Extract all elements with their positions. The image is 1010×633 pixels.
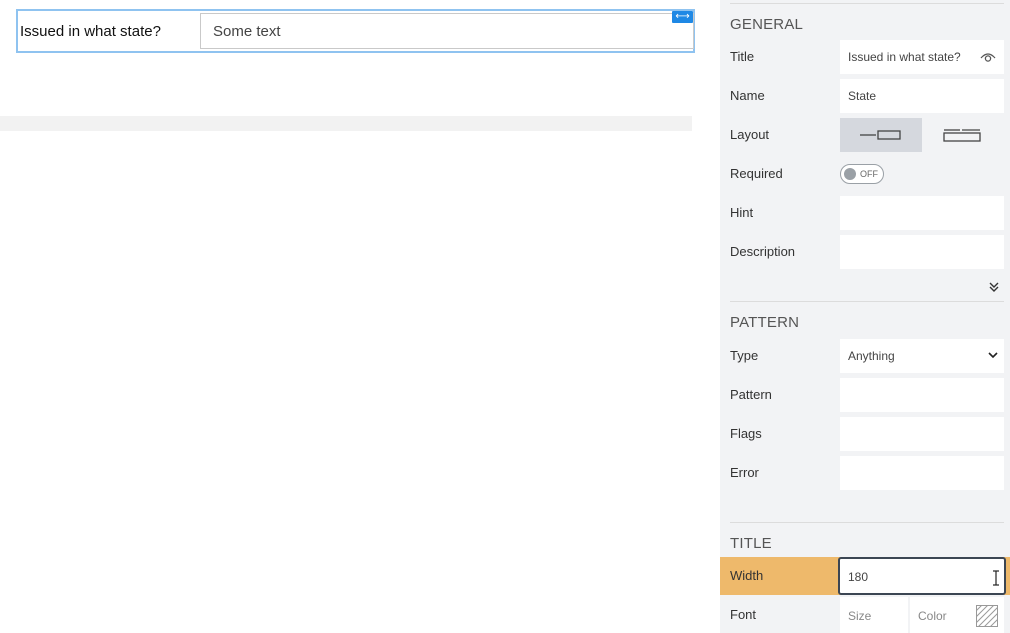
properties-panel: GENERAL Title Issued in what state? Name… [720,0,1010,633]
required-label: Required [730,166,783,181]
section-title-general: GENERAL [730,16,804,33]
field-label: Issued in what state? [20,23,161,40]
flags-input[interactable] [840,417,1004,451]
title-value: Issued in what state? [848,50,961,64]
chevron-down-icon [988,352,998,359]
layout-inline-option[interactable] [840,118,922,152]
width-row: Width 180 [720,557,1010,595]
layout-stacked-option[interactable] [922,118,1004,152]
font-size-input[interactable]: Size [840,597,908,633]
field-input[interactable]: Some text [200,13,694,49]
flags-label: Flags [730,426,762,441]
type-select[interactable]: Anything [840,339,1004,373]
hint-label: Hint [730,205,754,220]
title-label: Title [730,49,755,64]
section-divider [730,301,1004,302]
canvas-divider [0,116,692,131]
form-canvas: Issued in what state? Some text ⟷ [0,0,720,633]
error-input[interactable] [840,456,1004,490]
description-label: Description [730,244,796,259]
toggle-knob [844,168,856,180]
pattern-input[interactable] [840,378,1004,412]
section-divider [730,522,1004,523]
section-title-title: TITLE [730,535,772,552]
color-swatch-icon[interactable] [976,605,998,627]
width-input[interactable]: 180 [838,557,1006,595]
color-placeholder: Color [918,609,947,623]
required-toggle[interactable]: OFF [840,164,884,184]
section-divider [730,3,1004,4]
font-color-input[interactable]: Color [910,597,1004,633]
layout-inline-icon [860,130,901,140]
type-label: Type [730,348,759,363]
width-label: Width [730,568,764,583]
hint-input[interactable] [840,196,1004,230]
eye-icon[interactable] [980,51,996,63]
text-cursor-icon [993,570,999,586]
font-label: Font [730,607,757,622]
name-label: Name [730,88,765,103]
expand-chevrons-icon[interactable] [988,281,1000,293]
resize-horizontal-icon[interactable]: ⟷ [672,11,693,23]
description-input[interactable] [840,235,1004,269]
selected-text-field[interactable]: Issued in what state? Some text ⟷ [16,9,695,53]
toggle-state: OFF [860,169,878,179]
title-input[interactable]: Issued in what state? [840,40,1004,74]
layout-stacked-icon [943,129,981,142]
section-title-pattern: PATTERN [730,314,800,331]
layout-label: Layout [730,127,770,142]
pattern-label: Pattern [730,387,772,402]
error-label: Error [730,465,759,480]
name-input[interactable]: State [840,79,1004,113]
width-value: 180 [848,570,869,584]
type-value: Anything [848,349,895,363]
